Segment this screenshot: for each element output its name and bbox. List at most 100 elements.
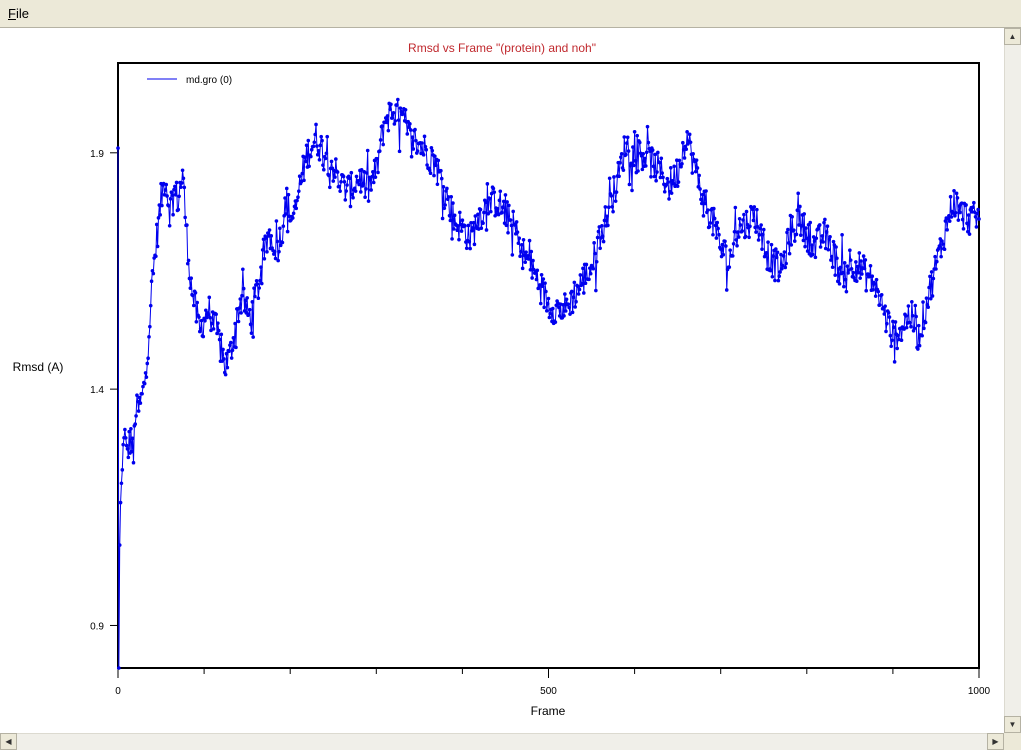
data-point	[163, 188, 168, 192]
y-axis-label: Rmsd (A)	[13, 360, 64, 374]
x-tick-label: 0	[115, 686, 121, 697]
data-point	[808, 220, 813, 225]
data-point	[280, 240, 285, 245]
data-point	[953, 214, 957, 218]
data-point	[223, 372, 228, 377]
data-point	[479, 226, 484, 230]
scroll-down-button[interactable]: ▼	[1004, 716, 1021, 733]
plot-frame	[117, 62, 980, 669]
data-point	[715, 220, 720, 225]
data-point	[720, 242, 725, 247]
data-point	[237, 306, 242, 310]
data-point	[667, 197, 671, 201]
data-point	[803, 244, 807, 249]
data-point	[534, 277, 539, 282]
data-point	[845, 264, 850, 268]
data-point	[971, 205, 975, 210]
data-point	[422, 134, 427, 139]
data-point	[535, 268, 540, 273]
data-point	[899, 338, 904, 343]
data-point	[886, 310, 891, 315]
data-point	[396, 118, 401, 122]
data-point	[302, 178, 306, 183]
data-point	[459, 229, 464, 233]
data-point	[350, 192, 354, 197]
data-point	[283, 196, 287, 200]
data-point	[464, 246, 469, 251]
data-point	[955, 196, 960, 200]
data-point	[632, 129, 637, 134]
data-point	[848, 248, 852, 253]
data-point	[423, 144, 428, 149]
data-point	[439, 168, 443, 173]
data-point	[250, 300, 255, 304]
data-point	[160, 203, 164, 208]
data-point	[922, 326, 926, 331]
data-point	[143, 371, 148, 375]
data-point	[245, 296, 249, 300]
data-point	[842, 284, 846, 289]
data-point	[216, 328, 221, 333]
data-point	[385, 114, 390, 118]
data-point	[511, 209, 515, 214]
data-point	[142, 381, 147, 386]
vertical-scrollbar[interactable]: ▲ ▼	[1004, 28, 1021, 733]
data-point	[345, 183, 349, 187]
data-point	[545, 301, 550, 306]
menu-file[interactable]: File	[8, 6, 29, 21]
data-point	[760, 247, 764, 251]
data-point	[503, 193, 508, 197]
data-point	[369, 188, 373, 192]
data-point	[773, 278, 777, 283]
data-point	[392, 122, 397, 126]
data-point	[733, 205, 738, 210]
data-point	[542, 305, 546, 310]
data-point	[677, 158, 682, 163]
data-point	[505, 200, 509, 204]
data-point	[365, 171, 369, 175]
data-point	[219, 332, 224, 337]
scroll-left-button[interactable]: ◀	[0, 733, 17, 750]
data-point	[307, 164, 311, 169]
data-point	[780, 267, 784, 271]
data-point	[927, 285, 931, 290]
data-point	[926, 305, 930, 309]
data-point	[481, 221, 485, 225]
data-point	[783, 265, 788, 270]
data-point	[889, 344, 893, 349]
data-point	[403, 107, 408, 112]
data-point	[593, 251, 597, 256]
horizontal-scrollbar[interactable]: ◀ ▶	[0, 733, 1004, 750]
data-point	[309, 147, 314, 152]
data-point	[257, 286, 262, 290]
data-point	[948, 194, 953, 199]
data-point	[887, 315, 892, 319]
data-point	[939, 254, 943, 259]
data-point	[842, 261, 847, 265]
data-point	[584, 262, 589, 267]
x-tick-label: 1000	[968, 686, 991, 697]
data-point	[492, 190, 497, 194]
data-point	[258, 278, 262, 283]
scroll-up-button[interactable]: ▲	[1004, 28, 1021, 45]
data-point	[485, 182, 490, 186]
data-point	[541, 277, 546, 281]
data-point	[247, 312, 251, 317]
data-point	[269, 234, 274, 238]
data-point	[619, 155, 623, 159]
data-point	[802, 212, 807, 216]
data-point	[857, 251, 862, 255]
scroll-right-button[interactable]: ▶	[987, 733, 1004, 750]
data-point	[331, 179, 336, 183]
data-point	[526, 257, 531, 261]
data-point	[910, 299, 914, 304]
data-point	[821, 240, 825, 244]
data-point	[751, 218, 756, 223]
y-tick-label: 1.4	[90, 385, 104, 396]
data-point	[681, 140, 685, 145]
data-point	[370, 174, 374, 179]
data-point	[450, 237, 454, 241]
data-point	[428, 171, 433, 175]
data-point	[652, 174, 657, 179]
data-point	[906, 304, 911, 308]
